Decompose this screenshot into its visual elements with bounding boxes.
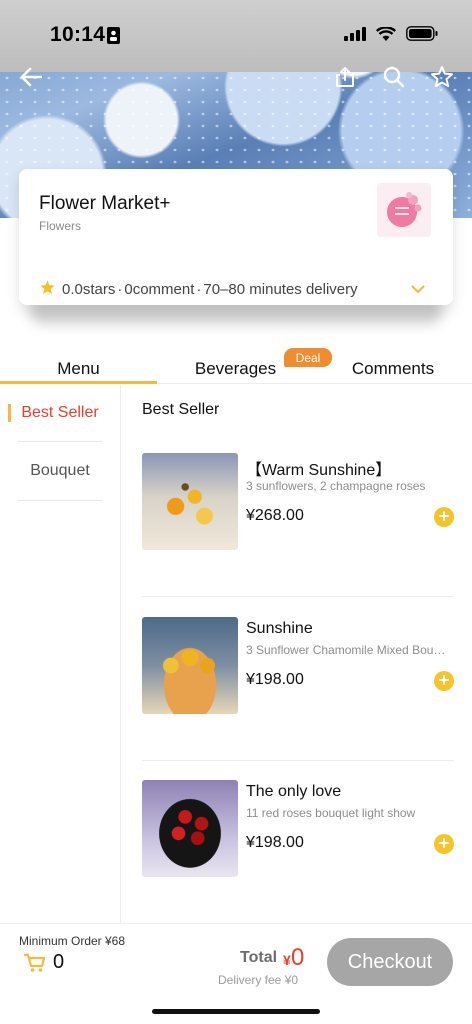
search-icon[interactable]: [379, 62, 409, 92]
product-image: [142, 453, 238, 550]
star-icon: [39, 279, 56, 300]
signal-icon: [344, 26, 366, 46]
product-description: 3 sunflowers, 2 champagne roses: [246, 479, 426, 493]
product-description: 11 red roses bouquet light show: [246, 806, 416, 820]
checkout-button[interactable]: Checkout: [327, 938, 453, 986]
cart-count: 0: [53, 951, 65, 973]
total-label: Total: [240, 949, 278, 966]
tab-active-indicator: [0, 381, 157, 384]
product-item[interactable]: 【Warm Sunshine】 3 sunflowers, 2 champagn…: [142, 453, 454, 617]
share-icon[interactable]: [330, 62, 360, 92]
total-currency: ¥: [283, 952, 291, 968]
chevron-down-icon[interactable]: [411, 281, 425, 299]
plus-icon: [439, 835, 449, 853]
product-item[interactable]: The only love 11 red roses bouquet light…: [142, 780, 454, 944]
sidebar-item-bouquet[interactable]: Bouquet: [18, 443, 102, 499]
shop-info-card: Flower Market+ Flowers 0.0stars · 0comme…: [19, 169, 453, 305]
category-sidebar: Best Seller Bouquet: [0, 385, 121, 923]
product-image: [142, 780, 238, 877]
product-item[interactable]: Sunshine 3 Sunflower Chamomile Mixed Bou…: [142, 617, 454, 781]
sidebar-active-indicator: [8, 404, 11, 422]
status-icons: [344, 25, 438, 46]
deal-badge: Deal: [284, 348, 332, 367]
plus-icon: [439, 508, 449, 526]
id-card-icon: [107, 27, 120, 49]
add-to-cart-button[interactable]: [434, 507, 454, 527]
meta-separator: ·: [117, 281, 123, 298]
status-time: 10:14: [50, 23, 106, 46]
checkout-bar: Minimum Order ¥68 0 Total ¥ 0 Delivery f…: [0, 923, 472, 1024]
product-description: 3 Sunflower Chamomile Mixed Bouquet: [246, 643, 452, 657]
plus-icon: [439, 672, 449, 690]
sidebar-item-label: Bouquet: [30, 462, 90, 479]
shop-meta: 0.0stars · 0comment · 70–80 minutes deli…: [39, 279, 358, 300]
shop-logo: [377, 183, 431, 237]
cart-icon[interactable]: [23, 953, 46, 978]
favorite-star-icon[interactable]: [427, 62, 457, 92]
tab-menu[interactable]: Menu: [0, 359, 157, 379]
shop-category: Flowers: [39, 219, 82, 233]
tab-bar: Menu Beverages Comments Deal: [0, 348, 472, 384]
add-to-cart-button[interactable]: [434, 671, 454, 691]
product-name: Sunshine: [246, 620, 313, 637]
product-price: ¥198.00: [246, 671, 304, 688]
shop-name: Flower Market+: [39, 193, 171, 214]
shop-delivery-time: 70–80 minutes delivery: [203, 281, 358, 298]
sidebar-item-best-seller[interactable]: Best Seller: [8, 385, 102, 441]
product-image: [142, 617, 238, 714]
wifi-icon: [375, 25, 397, 46]
product-price: ¥268.00: [246, 507, 304, 524]
product-name: 【Warm Sunshine】: [246, 462, 392, 479]
tab-comments[interactable]: Comments: [314, 359, 472, 379]
home-indicator: [152, 1009, 320, 1014]
sidebar-item-label: Best Seller: [21, 404, 99, 421]
sidebar-divider: [18, 500, 102, 501]
shop-comment-count: 0comment: [124, 281, 195, 298]
product-divider: [142, 760, 454, 761]
add-to-cart-button[interactable]: [434, 834, 454, 854]
battery-icon: [406, 26, 438, 46]
total-value: 0: [291, 944, 305, 971]
minimum-order-text: Minimum Order ¥68: [19, 934, 126, 948]
meta-separator: ·: [196, 281, 202, 298]
product-price: ¥198.00: [246, 834, 304, 851]
delivery-fee-text: Delivery fee ¥0: [218, 973, 299, 987]
product-name: The only love: [246, 783, 342, 800]
shop-rating: 0.0stars: [62, 281, 116, 298]
sidebar-divider: [18, 441, 102, 442]
product-divider: [142, 596, 454, 597]
section-title: Best Seller: [142, 401, 220, 418]
back-arrow-icon[interactable]: [16, 62, 46, 92]
